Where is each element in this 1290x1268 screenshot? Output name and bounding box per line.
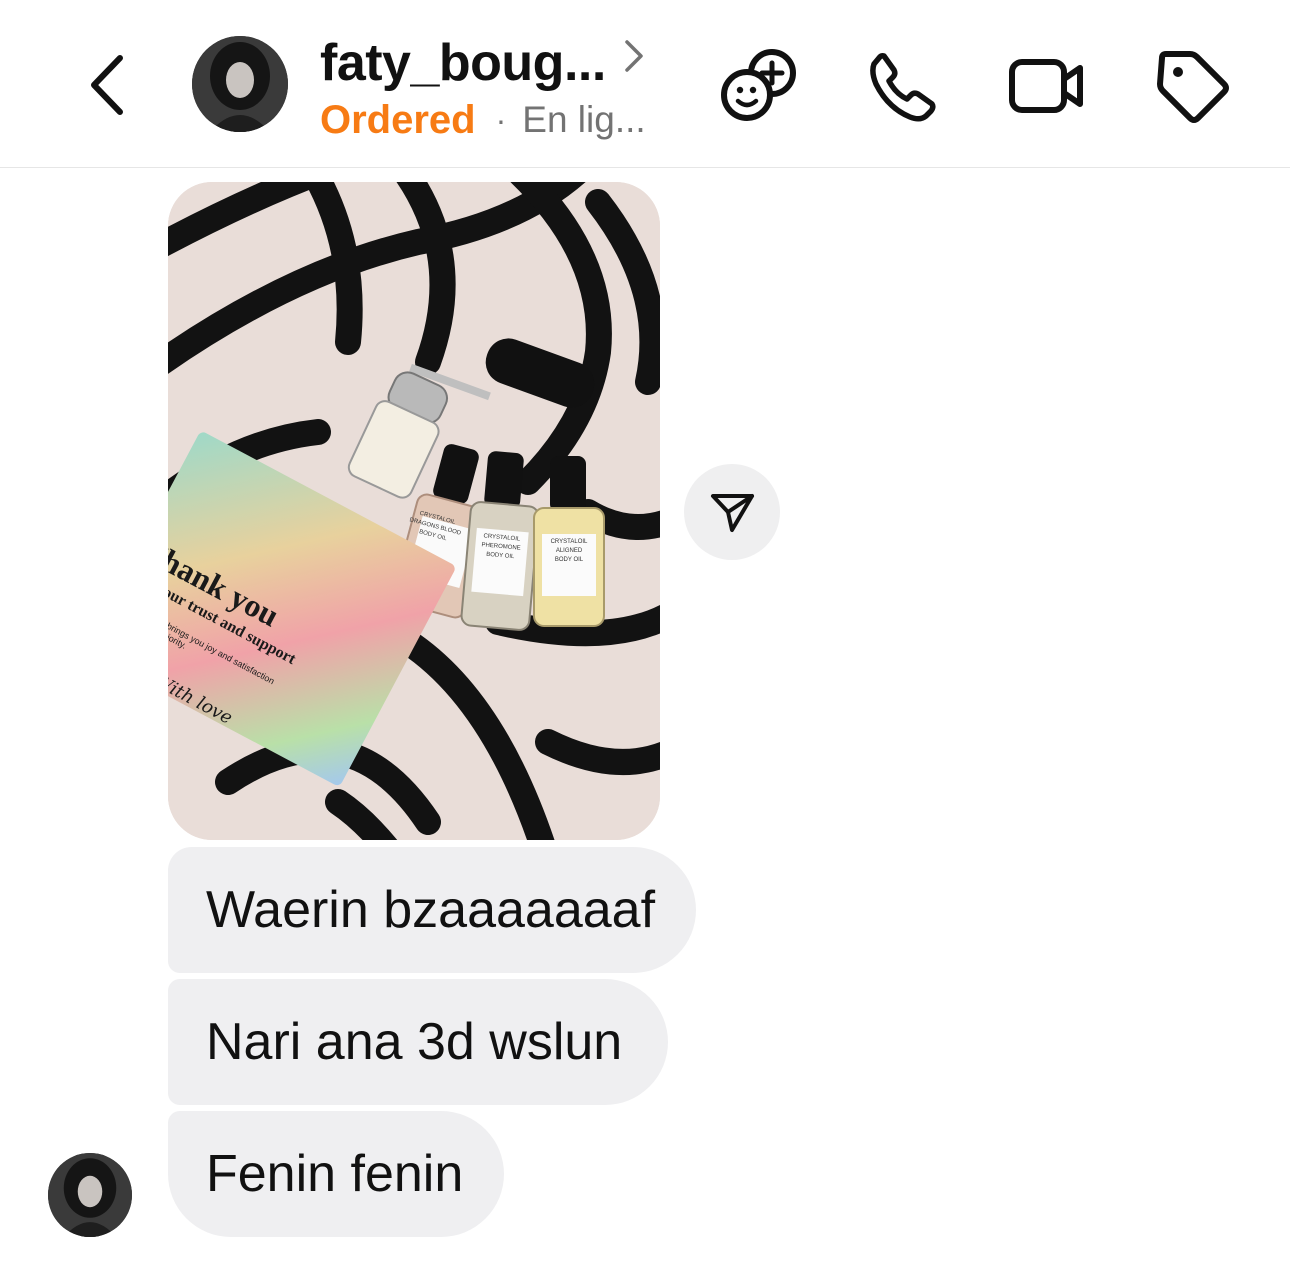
message-text: Nari ana 3d wslun xyxy=(206,1013,623,1071)
video-call-button[interactable] xyxy=(1004,44,1088,128)
phone-icon xyxy=(870,53,936,122)
ordered-label: Ordered xyxy=(320,97,476,142)
add-effect-icon xyxy=(721,49,796,121)
separator-dot: · xyxy=(495,101,507,138)
back-button[interactable] xyxy=(82,50,134,120)
message-bubble[interactable]: Fenin fenin xyxy=(168,1111,504,1237)
sender-avatar[interactable] xyxy=(48,1153,132,1237)
contact-username: faty_boug... xyxy=(320,34,606,92)
contact-name-row[interactable]: faty_boug... xyxy=(320,30,644,96)
call-button[interactable] xyxy=(860,44,944,128)
message-bubble[interactable]: Waerin bzaaaaaaaf xyxy=(168,847,696,973)
chat-header: faty_boug... Ordered · En lig... xyxy=(0,0,1290,168)
bottle-label-3: CRYSTALOIL ALIGNED BODY OIL xyxy=(550,539,588,563)
video-camera-icon xyxy=(1009,59,1083,113)
chevron-right-icon xyxy=(625,40,643,72)
contact-avatar[interactable] xyxy=(192,36,288,132)
message-text: Waerin bzaaaaaaaf xyxy=(206,881,656,939)
avatar-photo xyxy=(48,1153,132,1237)
chevron-left-icon xyxy=(91,55,123,115)
add-effect-button[interactable] xyxy=(716,44,800,128)
avatar-photo xyxy=(192,36,288,132)
contact-subtitle: Ordered · En lig... xyxy=(320,96,646,144)
bottle-label-2: CRYSTALOIL PHEROMONE BODY OIL xyxy=(481,533,521,561)
tag-icon xyxy=(1157,51,1229,123)
send-icon xyxy=(711,494,754,532)
message-text: Fenin fenin xyxy=(206,1145,464,1203)
tag-button[interactable] xyxy=(1150,44,1234,128)
online-status: En lig... xyxy=(522,99,646,140)
message-bubble[interactable]: Nari ana 3d wslun xyxy=(168,979,668,1105)
share-button[interactable] xyxy=(684,464,780,560)
photo-message[interactable]: Thank you For your trust and support e o… xyxy=(168,182,660,840)
